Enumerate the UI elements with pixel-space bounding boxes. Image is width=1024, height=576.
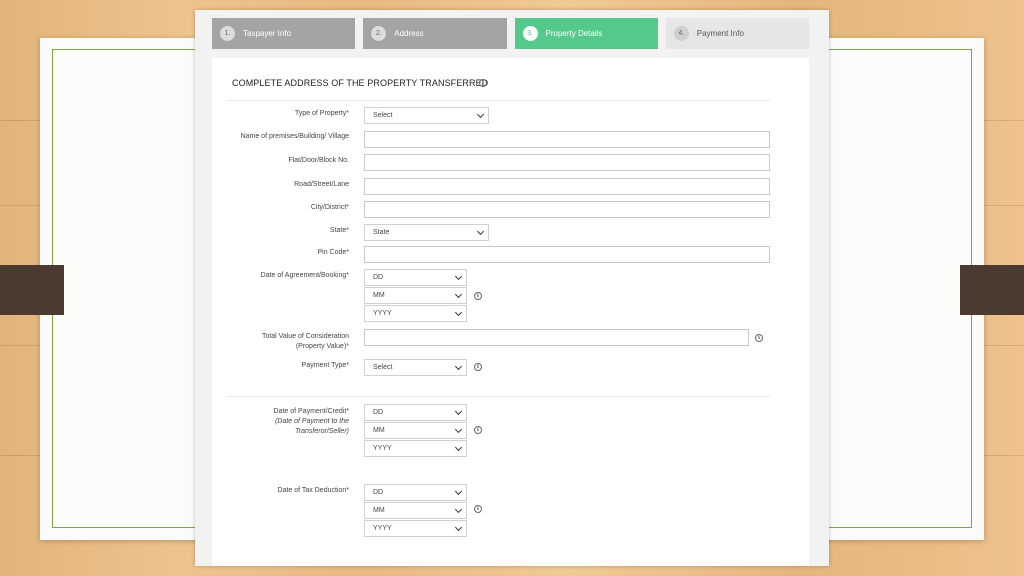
select-value: DD [373,274,384,281]
chevron-down-icon [454,362,463,371]
agreement-year-select[interactable]: YYYY [364,305,467,322]
select-value: DD [373,489,384,496]
step-label: Property Details [545,29,603,38]
chevron-down-icon [454,487,463,496]
left-strap [0,265,64,315]
premises-label: Name of premises/Building/ Village [240,133,349,140]
payment-day-select[interactable]: DD [364,404,467,421]
step-property-details[interactable]: 3. Property Details [514,18,658,49]
chevron-down-icon [454,443,463,452]
section-divider [227,396,770,397]
info-icon[interactable]: i [479,79,487,87]
form-panel: COMPLETE ADDRESS OF THE PROPERTY TRANSFE… [212,58,809,566]
chevron-down-icon [454,425,463,434]
select-value: YYYY [373,525,392,532]
select-value: MM [373,427,385,434]
step-label: Taxpayer Info [243,29,292,38]
consideration-label-line1: Total Value of Consideration [261,333,349,340]
consideration-input[interactable] [364,329,749,346]
select-value: MM [373,292,385,299]
city-label: City/District* [310,204,349,211]
consideration-label-line2: (Property Value)* [295,343,349,350]
payment-month-select[interactable]: MM [364,422,467,439]
chevron-down-icon [454,308,463,317]
form-screenshot: 1. Taxpayer Info 2. Address 3. Property … [195,10,829,566]
state-label: State* [329,227,349,234]
flat-label: Flat/Door/Block No. [288,157,349,164]
pin-label: Pin Code* [317,249,349,256]
chevron-down-icon [454,407,463,416]
payment-date-note-line1: (Date of Payment to the [275,418,349,425]
wizard-steps: 1. Taxpayer Info 2. Address 3. Property … [212,18,809,49]
state-select[interactable]: State [364,224,489,241]
section-title: COMPLETE ADDRESS OF THE PROPERTY TRANSFE… [232,78,489,88]
select-value: YYYY [373,445,392,452]
payment-type-label: Payment Type* [301,362,349,369]
agreement-date-label: Date of Agreement/Booking* [260,272,349,279]
payment-date-label: Date of Payment/Credit* (Date of Payment… [222,407,349,437]
payment-year-select[interactable]: YYYY [364,440,467,457]
section-divider [227,100,770,101]
deduction-day-select[interactable]: DD [364,484,467,501]
step-address[interactable]: 2. Address [363,18,507,49]
step-label: Payment Info [696,29,744,38]
info-icon[interactable]: i [755,334,763,342]
right-strap [960,265,1024,315]
step-number: 2. [371,26,387,41]
flat-input[interactable] [364,154,770,171]
step-number: 3. [522,26,538,41]
road-label: Road/Street/Lane [294,181,349,188]
step-taxpayer-info[interactable]: 1. Taxpayer Info [212,18,356,49]
chevron-down-icon [454,272,463,281]
chevron-down-icon [454,290,463,299]
info-icon[interactable]: i [474,505,482,513]
deduction-month-select[interactable]: MM [364,502,467,519]
city-input[interactable] [364,201,770,218]
chevron-down-icon [476,110,485,119]
info-icon[interactable]: i [474,363,482,371]
select-value: State [373,229,390,236]
info-icon[interactable]: i [474,426,482,434]
select-value: YYYY [373,310,392,317]
step-number: 1. [220,26,235,41]
property-type-select[interactable]: Select [364,107,489,124]
property-type-label: Type of Property* [294,110,349,117]
step-label: Address [394,29,424,38]
chevron-down-icon [454,523,463,532]
deduction-year-select[interactable]: YYYY [364,520,467,537]
select-value: DD [373,409,384,416]
premises-input[interactable] [364,131,770,148]
payment-type-select[interactable]: Select [364,359,467,376]
road-input[interactable] [364,178,770,195]
select-value: Select [373,112,393,119]
info-icon[interactable]: i [474,292,482,300]
step-payment-info[interactable]: 4. Payment Info [665,18,809,49]
select-value: Select [373,364,393,371]
agreement-month-select[interactable]: MM [364,287,467,304]
payment-date-note-line2: Transferor/Seller) [295,428,349,435]
chevron-down-icon [454,505,463,514]
payment-date-label-text: Date of Payment/Credit* [273,408,349,415]
select-value: MM [373,507,385,514]
step-number: 4. [673,26,689,41]
agreement-day-select[interactable]: DD [364,269,467,286]
consideration-label: Total Value of Consideration (Property V… [222,332,349,352]
pin-input[interactable] [364,246,770,263]
deduction-date-label: Date of Tax Deduction* [277,487,349,494]
chevron-down-icon [476,227,485,236]
